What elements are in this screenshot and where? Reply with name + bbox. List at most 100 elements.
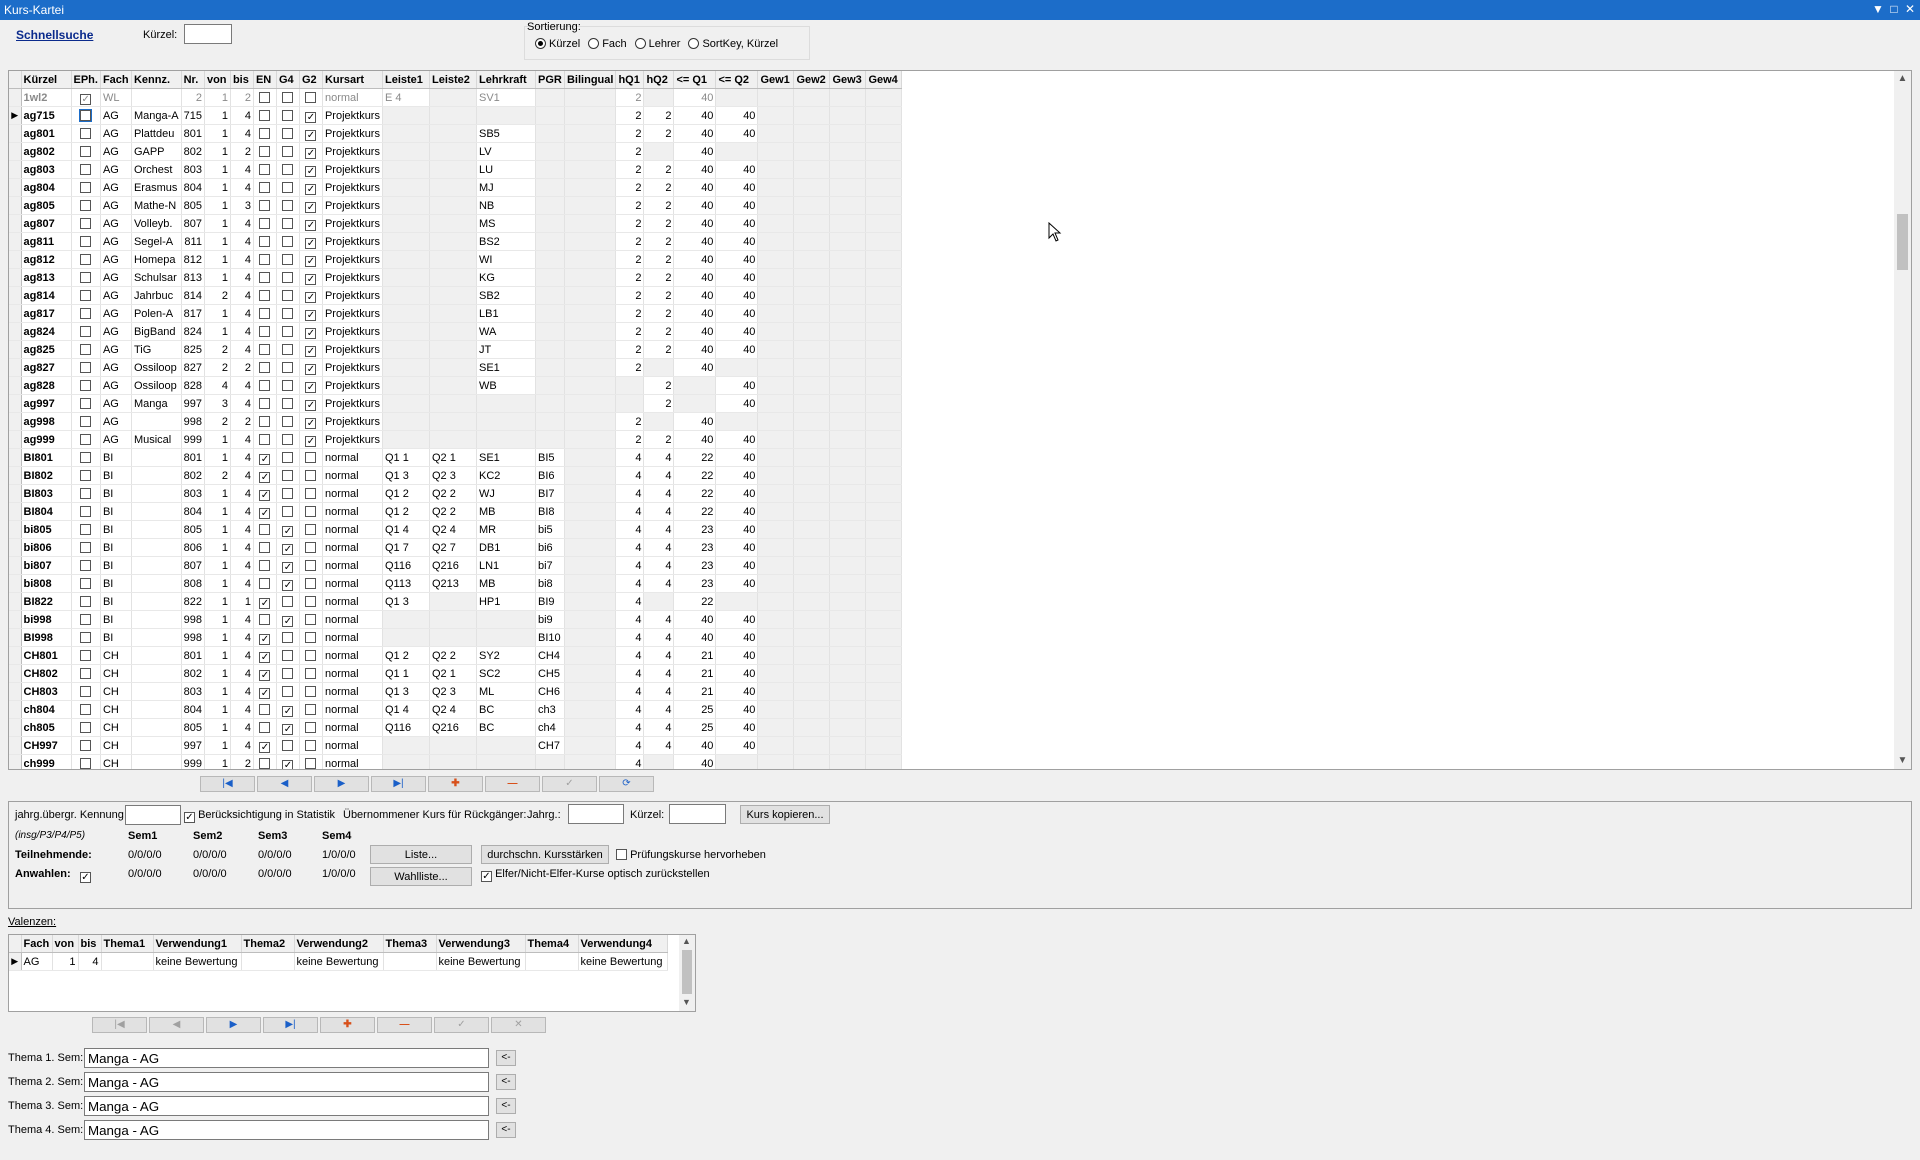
- table-cell[interactable]: [276, 106, 300, 125]
- table-cell[interactable]: 40: [715, 322, 759, 341]
- table-cell[interactable]: [299, 556, 323, 575]
- table-cell[interactable]: [865, 286, 903, 305]
- sort-option-3[interactable]: SortKey, Kürzel: [688, 38, 778, 50]
- table-cell[interactable]: normal: [322, 556, 383, 575]
- table-cell[interactable]: 23: [673, 520, 717, 539]
- table-cell[interactable]: Q1 2: [382, 502, 430, 521]
- table-cell[interactable]: 40: [673, 142, 717, 161]
- table-cell[interactable]: 4: [230, 556, 254, 575]
- table-cell[interactable]: [829, 466, 867, 485]
- table-cell[interactable]: WB: [476, 376, 536, 395]
- row-checkbox[interactable]: [305, 739, 317, 751]
- table-cell[interactable]: Q1 1: [382, 664, 430, 683]
- table-cell[interactable]: ✓: [276, 610, 300, 629]
- row-checkbox[interactable]: [282, 91, 294, 103]
- rueck-kuerzel-input[interactable]: [669, 804, 726, 824]
- table-cell[interactable]: 2: [643, 322, 675, 341]
- table-cell[interactable]: 4: [230, 232, 254, 251]
- row-checkbox[interactable]: [282, 667, 294, 679]
- table-row[interactable]: BI804 BI 804 1 4 ✓ normal Q1 2 Q2 2 MB BI8 4 4 22 40: [9, 502, 903, 521]
- table-cell[interactable]: BI: [100, 574, 132, 593]
- table-cell[interactable]: [253, 124, 277, 143]
- table-cell[interactable]: Homepa: [131, 250, 182, 269]
- table-cell[interactable]: [757, 502, 795, 521]
- table-cell[interactable]: 4: [230, 304, 254, 323]
- table-cell[interactable]: [564, 610, 617, 629]
- table-cell[interactable]: 997: [181, 736, 205, 755]
- table-cell[interactable]: AG: [100, 394, 132, 413]
- table-cell[interactable]: [71, 718, 101, 737]
- table-cell[interactable]: [71, 106, 101, 125]
- valenzen-cell[interactable]: keine Bewertung: [153, 952, 242, 971]
- table-cell[interactable]: 40: [673, 268, 717, 287]
- table-cell[interactable]: [71, 142, 101, 161]
- table-cell[interactable]: 40: [673, 340, 717, 359]
- table-cell[interactable]: 2: [615, 286, 645, 305]
- table-cell[interactable]: [253, 412, 277, 431]
- table-cell[interactable]: bi808: [21, 574, 72, 593]
- table-cell[interactable]: normal: [322, 484, 383, 503]
- table-cell[interactable]: [564, 88, 617, 107]
- val-last-record-icon[interactable]: ▶|: [263, 1017, 318, 1033]
- table-cell[interactable]: 40: [673, 196, 717, 215]
- table-cell[interactable]: [829, 232, 867, 251]
- table-cell[interactable]: [253, 286, 277, 305]
- row-checkbox[interactable]: [259, 91, 271, 103]
- table-cell[interactable]: [564, 646, 617, 665]
- row-checkbox[interactable]: [282, 451, 294, 463]
- table-cell[interactable]: 4: [615, 700, 645, 719]
- column-header[interactable]: hQ1: [615, 71, 645, 89]
- table-cell[interactable]: 2: [643, 232, 675, 251]
- table-cell[interactable]: Musical: [131, 430, 182, 449]
- table-cell[interactable]: [673, 376, 717, 395]
- table-cell[interactable]: [829, 124, 867, 143]
- table-cell[interactable]: [429, 754, 477, 769]
- table-cell[interactable]: [253, 232, 277, 251]
- column-header[interactable]: G2: [299, 71, 323, 89]
- table-cell[interactable]: [757, 250, 795, 269]
- table-cell[interactable]: Projektkurs: [322, 160, 383, 179]
- table-cell[interactable]: 2: [615, 214, 645, 233]
- table-row[interactable]: BI802 BI 802 2 4 ✓ normal Q1 3 Q2 3 KC2 BI6 4 4 22 40: [9, 466, 903, 485]
- table-cell[interactable]: [476, 754, 536, 769]
- table-cell[interactable]: AG: [100, 376, 132, 395]
- table-cell[interactable]: AG: [100, 340, 132, 359]
- table-cell[interactable]: CH802: [21, 664, 72, 683]
- table-cell[interactable]: [429, 592, 477, 611]
- table-cell[interactable]: [829, 142, 867, 161]
- table-cell[interactable]: [564, 682, 617, 701]
- table-cell[interactable]: [757, 520, 795, 539]
- table-cell[interactable]: [564, 340, 617, 359]
- table-cell[interactable]: 4: [615, 556, 645, 575]
- table-cell[interactable]: Q2 1: [429, 448, 477, 467]
- table-cell[interactable]: 4: [615, 664, 645, 683]
- table-cell[interactable]: [643, 592, 675, 611]
- table-cell[interactable]: 4: [615, 682, 645, 701]
- table-cell[interactable]: 4: [230, 700, 254, 719]
- row-checkbox[interactable]: [305, 451, 317, 463]
- table-cell[interactable]: normal: [322, 682, 383, 701]
- table-cell[interactable]: [757, 610, 795, 629]
- row-checkbox[interactable]: [282, 199, 294, 211]
- table-cell[interactable]: Q116: [382, 718, 430, 737]
- table-cell[interactable]: [253, 142, 277, 161]
- table-row[interactable]: BI998 BI 998 1 4 ✓ normal BI10 4 4 40 40: [9, 628, 903, 647]
- table-cell[interactable]: ch805: [21, 718, 72, 737]
- table-cell[interactable]: [71, 484, 101, 503]
- table-cell[interactable]: BI998: [21, 628, 72, 647]
- table-cell[interactable]: [757, 682, 795, 701]
- row-checkbox[interactable]: [305, 91, 317, 103]
- table-cell[interactable]: [71, 520, 101, 539]
- table-cell[interactable]: NB: [476, 196, 536, 215]
- table-cell[interactable]: KG: [476, 268, 536, 287]
- table-cell[interactable]: [757, 412, 795, 431]
- table-cell[interactable]: [131, 412, 182, 431]
- table-cell[interactable]: [429, 160, 477, 179]
- table-cell[interactable]: [564, 358, 617, 377]
- valenzen-scrollbar[interactable]: ▲ ▼: [679, 935, 695, 1011]
- post-record-icon[interactable]: ✓: [542, 776, 597, 792]
- table-cell[interactable]: 4: [643, 502, 675, 521]
- table-cell[interactable]: Projektkurs: [322, 358, 383, 377]
- table-cell[interactable]: BI5: [535, 448, 565, 467]
- table-cell[interactable]: [829, 322, 867, 341]
